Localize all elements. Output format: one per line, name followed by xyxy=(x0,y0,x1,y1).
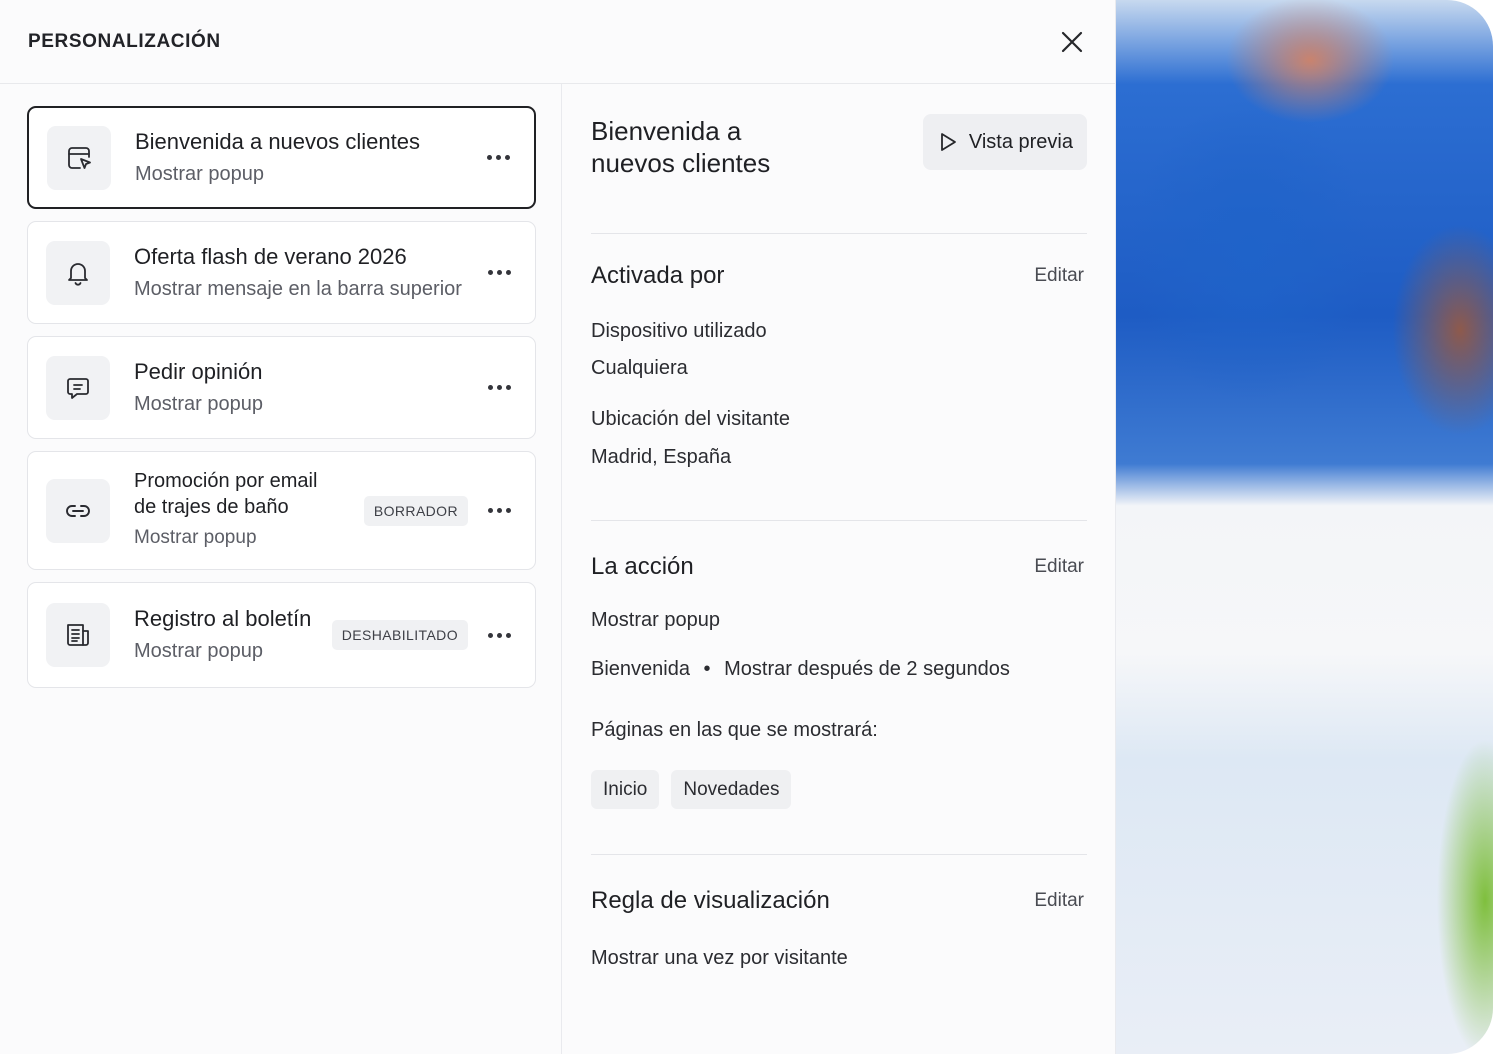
panel-title: PERSONALIZACIÓN xyxy=(28,30,221,52)
edit-trigger-link[interactable]: Editar xyxy=(1034,265,1084,287)
separator-dot: • xyxy=(703,658,711,680)
more-options-button[interactable] xyxy=(485,149,512,166)
page-chip[interactable]: Inicio xyxy=(591,770,660,809)
item-subtitle: Mostrar popup xyxy=(134,527,257,548)
item-subtitle: Mostrar popup xyxy=(135,162,264,185)
list-item[interactable]: Pedir opinión Mostrar popup xyxy=(27,336,536,439)
preview-label: Vista previa xyxy=(968,130,1073,153)
more-options-button[interactable] xyxy=(486,502,513,519)
status-badge: DESHABILITADO xyxy=(331,620,468,650)
more-options-button[interactable] xyxy=(486,379,513,396)
play-icon xyxy=(940,133,956,151)
section-title: La acción xyxy=(591,553,694,580)
location-label: Ubicación del visitante xyxy=(591,408,790,430)
item-title: Oferta flash de verano 2026 xyxy=(134,243,407,269)
edit-action-link[interactable]: Editar xyxy=(1034,556,1084,578)
location-value: Madrid, España xyxy=(591,446,732,468)
item-subtitle: Mostrar mensaje en la barra superior xyxy=(134,277,462,300)
background-photo xyxy=(1100,0,1493,1054)
action-delay: Mostrar después de 2 segundos xyxy=(724,658,1010,680)
popup-name: Bienvenida xyxy=(591,658,690,680)
item-title-line1: Promoción por email xyxy=(134,470,318,492)
list-item[interactable]: Oferta flash de verano 2026 Mostrar mens… xyxy=(27,221,536,324)
newsletter-icon xyxy=(67,624,89,646)
item-title: Registro al boletín xyxy=(134,606,312,631)
more-options-button[interactable] xyxy=(486,627,513,644)
panel-header: PERSONALIZACIÓN xyxy=(0,0,1115,84)
pages-chips: Inicio Novedades xyxy=(591,770,1087,809)
item-subtitle: Mostrar popup xyxy=(134,392,263,415)
detail-header: Bienvenida a nuevos clientes Vista previ… xyxy=(591,114,1087,234)
pages-label: Páginas en las que se mostrará: xyxy=(591,719,878,741)
status-badge: BORRADOR xyxy=(363,495,468,526)
item-title: Bienvenida a nuevos clientes xyxy=(135,128,420,154)
close-icon xyxy=(1061,31,1083,52)
personalization-panel: PERSONALIZACIÓN Bienvenida a nuevos clie… xyxy=(0,0,1116,1054)
detail-title: Bienvenida a nuevos clientes xyxy=(591,115,851,179)
browser-cursor-icon xyxy=(68,146,91,169)
device-value: Cualquiera xyxy=(591,357,688,379)
item-icon-box xyxy=(46,355,110,420)
item-title-line2: de trajes de baño xyxy=(134,496,289,518)
edit-display-rule-link[interactable]: Editar xyxy=(1034,890,1084,912)
list-item[interactable]: Registro al boletín Mostrar popup DESHAB… xyxy=(27,582,536,688)
action-type: Mostrar popup xyxy=(591,609,720,631)
item-title: Pedir opinión xyxy=(134,358,263,384)
link-icon xyxy=(66,504,90,517)
close-button[interactable] xyxy=(1057,27,1087,57)
bell-icon xyxy=(68,262,88,286)
preview-button[interactable]: Vista previa xyxy=(922,114,1087,170)
personalization-list: Bienvenida a nuevos clientes Mostrar pop… xyxy=(0,84,562,1054)
item-icon-box xyxy=(47,125,111,190)
detail-pane: Bienvenida a nuevos clientes Vista previ… xyxy=(562,84,1115,1054)
device-label: Dispositivo utilizado xyxy=(591,320,767,342)
section-title: Activada por xyxy=(591,262,725,289)
item-subtitle: Mostrar popup xyxy=(134,640,263,662)
page-chip[interactable]: Novedades xyxy=(671,770,792,809)
detail-title-line1: Bienvenida a xyxy=(591,116,742,146)
list-item[interactable]: Promoción por email de trajes de baño Mo… xyxy=(27,451,536,570)
display-rule-value: Mostrar una vez por visitante xyxy=(591,947,848,969)
trigger-section: Activada por Editar Dispositivo utilizad… xyxy=(591,234,1087,521)
list-item[interactable]: Bienvenida a nuevos clientes Mostrar pop… xyxy=(27,106,536,209)
chat-icon xyxy=(67,377,89,399)
action-details: Bienvenida • Mostrar después de 2 segund… xyxy=(591,658,1087,681)
section-title: Regla de visualización xyxy=(591,887,830,914)
item-icon-box xyxy=(46,240,110,305)
more-options-button[interactable] xyxy=(486,264,513,281)
action-section: La acción Editar Mostrar popup Bienvenid… xyxy=(591,521,1087,855)
detail-title-line2: nuevos clientes xyxy=(591,148,771,178)
item-icon-box xyxy=(46,603,110,667)
display-rule-section: Regla de visualización Editar Mostrar un… xyxy=(591,855,1087,970)
item-icon-box xyxy=(46,478,110,543)
